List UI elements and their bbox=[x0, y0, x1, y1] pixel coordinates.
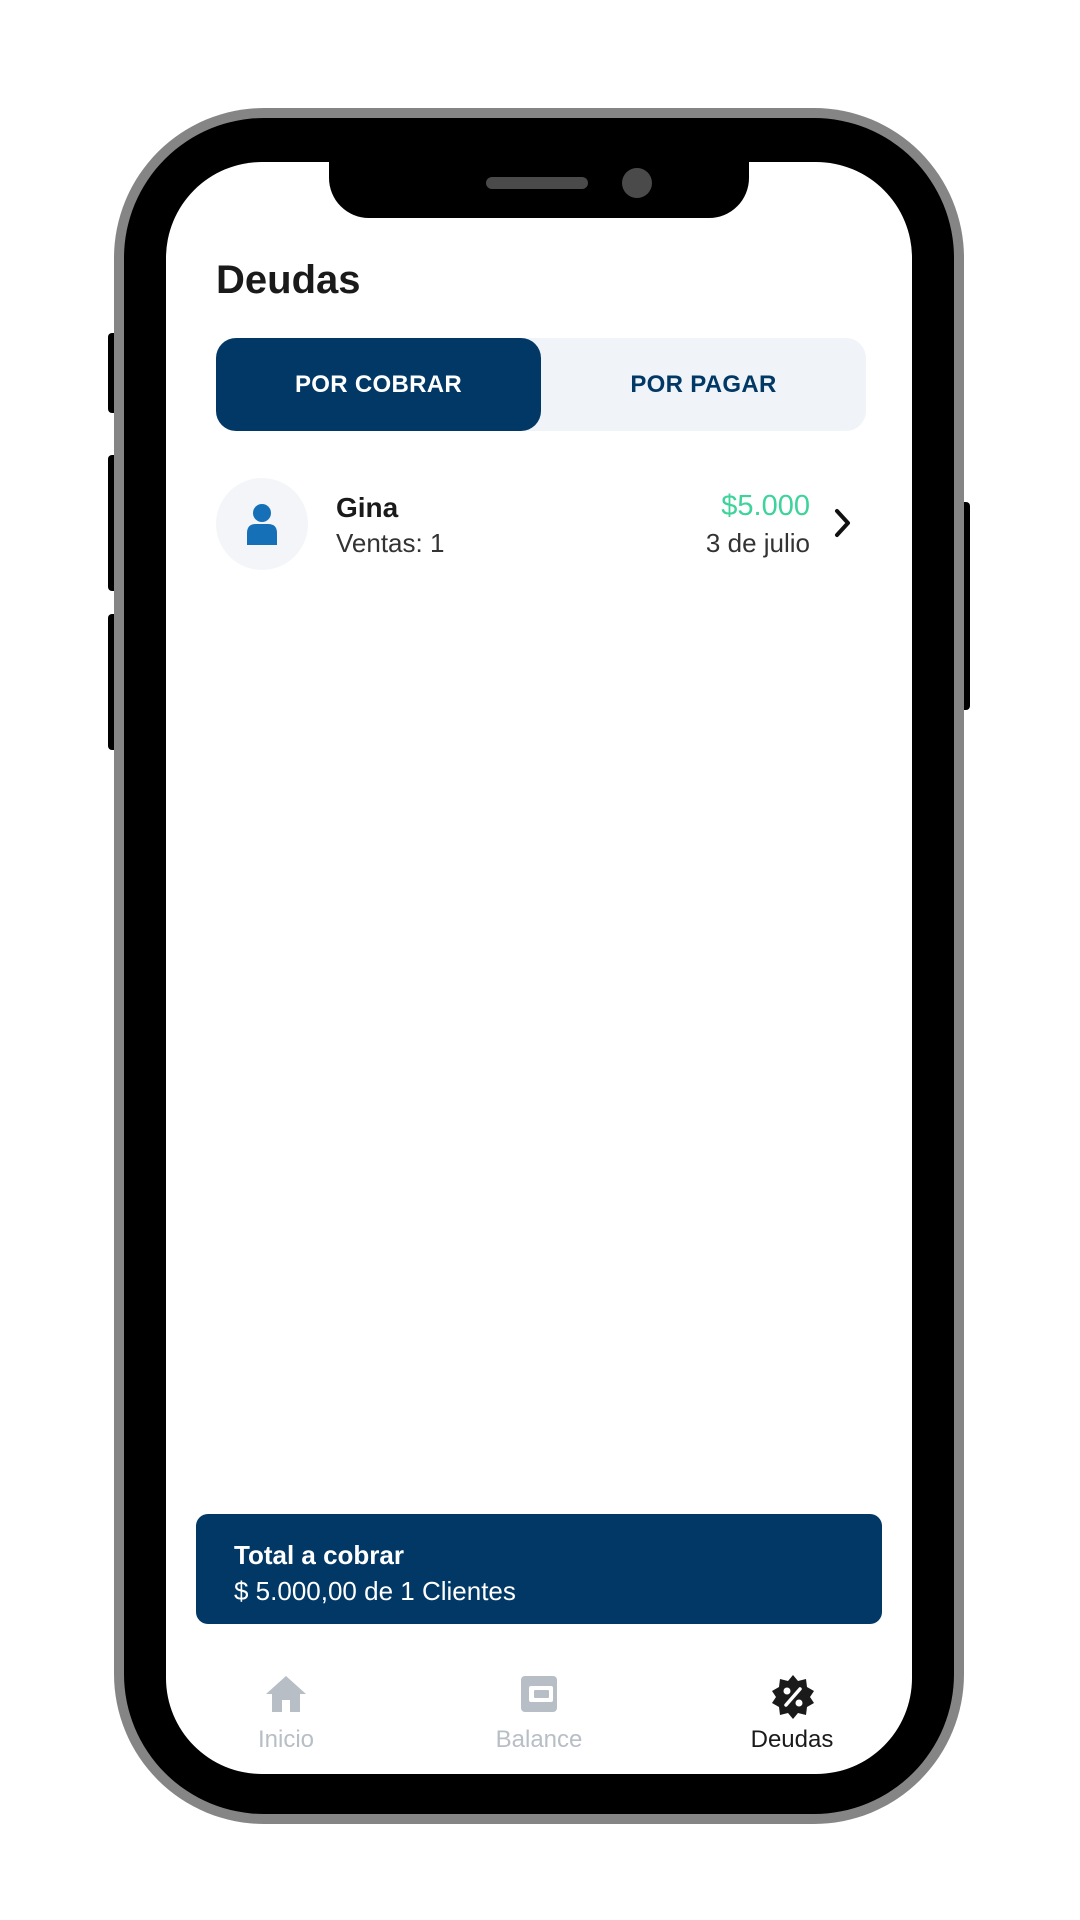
sales-count: Ventas: 1 bbox=[336, 528, 445, 558]
wallet-icon bbox=[521, 1676, 557, 1712]
debt-date: 3 de julio bbox=[705, 528, 810, 558]
avatar bbox=[216, 478, 308, 570]
total-label: Total a cobrar bbox=[234, 1540, 405, 1570]
tab-por-cobrar[interactable]: POR COBRAR bbox=[216, 338, 541, 431]
nav-label-inicio: Inicio bbox=[257, 1726, 315, 1753]
list-item[interactable]: Gina Ventas: 1 $5.000 3 de julio bbox=[216, 476, 866, 572]
discount-badge-icon bbox=[772, 1675, 814, 1719]
total-value: $ 5.000,00 de 1 Clientes bbox=[234, 1576, 516, 1606]
total-summary: Total a cobrar $ 5.000,00 de 1 Clientes bbox=[196, 1514, 882, 1624]
notch bbox=[329, 162, 749, 218]
debt-type-tabs: POR COBRAR POR PAGAR bbox=[216, 338, 866, 431]
chevron-right-icon bbox=[835, 509, 850, 537]
debt-amount: $5.000 bbox=[721, 490, 810, 522]
nav-item-balance[interactable]: Balance bbox=[439, 1674, 639, 1764]
nav-label-deudas: Deudas bbox=[750, 1726, 834, 1753]
speaker bbox=[486, 177, 588, 189]
client-name: Gina bbox=[336, 492, 399, 523]
person-icon bbox=[247, 504, 277, 545]
front-camera bbox=[622, 168, 652, 198]
nav-item-inicio[interactable]: Inicio bbox=[186, 1674, 386, 1764]
tab-por-pagar[interactable]: POR PAGAR bbox=[541, 338, 866, 431]
nav-item-deudas[interactable]: Deudas bbox=[692, 1674, 892, 1764]
home-icon bbox=[266, 1676, 306, 1712]
page-title: Deudas bbox=[216, 258, 361, 302]
app-screen: Deudas POR COBRAR POR PAGAR Gina Ventas:… bbox=[166, 162, 912, 1774]
nav-label-balance: Balance bbox=[495, 1726, 583, 1753]
